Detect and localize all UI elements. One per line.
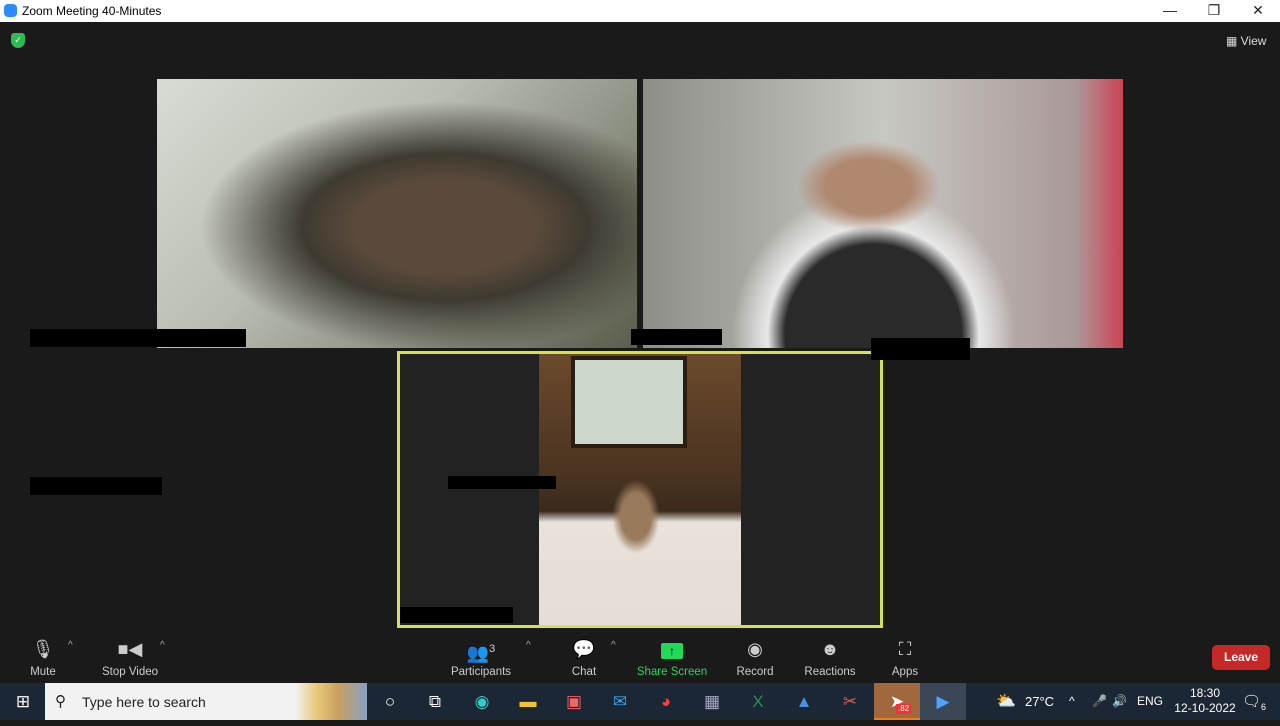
microphone-icon: 🎙: [31, 639, 55, 659]
taskbar-search-box[interactable]: ⚲ Type here to search: [45, 683, 367, 720]
video-tile-active-speaker[interactable]: [397, 351, 883, 628]
microphone-tray-icon[interactable]: 🎤: [1092, 683, 1107, 720]
restore-button[interactable]: ❐: [1192, 0, 1236, 22]
redacted-name-label: [30, 477, 162, 495]
clock[interactable]: 18:30 12-10-2022: [1172, 686, 1238, 716]
search-placeholder: Type here to search: [82, 694, 206, 710]
mail-icon[interactable]: ✉: [597, 683, 643, 720]
search-highlight-image: [295, 683, 367, 720]
zoom-taskbar-icon[interactable]: ▶: [920, 683, 966, 720]
edge-icon[interactable]: ◉: [459, 683, 505, 720]
video-options-caret[interactable]: ^: [160, 640, 165, 651]
cortana-icon[interactable]: ○: [367, 683, 413, 720]
share-screen-button[interactable]: ↑ Share Screen: [636, 638, 708, 678]
calculator-icon[interactable]: ▦: [689, 683, 735, 720]
shield-check-icon[interactable]: ✓: [11, 33, 25, 48]
participants-options-caret[interactable]: ^: [526, 640, 531, 651]
leave-button[interactable]: Leave: [1212, 645, 1270, 670]
redacted-name-label: [30, 329, 246, 347]
weather-icon[interactable]: ⛅: [996, 683, 1016, 720]
smiley-plus-icon: ☻: [820, 639, 840, 659]
meeting-toolbar: 🎙 Mute ^ ■◀ Stop Video ^ 👥3 Participants ^ …: [0, 630, 1280, 683]
chrome-icon[interactable]: ◕: [643, 683, 689, 720]
clock-date: 12-10-2022: [1174, 701, 1236, 715]
video-camera-icon: ■◀: [117, 639, 143, 659]
telegram-icon[interactable]: ➤ .82: [874, 683, 920, 720]
stop-video-button[interactable]: ■◀ Stop Video: [96, 638, 164, 678]
chat-button[interactable]: 💬 Chat: [566, 638, 602, 678]
language-indicator[interactable]: ENG: [1137, 683, 1163, 720]
file-explorer-icon[interactable]: ▬: [505, 683, 551, 720]
telegram-badge: .82: [896, 704, 912, 714]
chat-bubble-icon: 💬: [572, 639, 596, 659]
apps-button[interactable]: ⛶ Apps: [888, 638, 922, 678]
view-button[interactable]: ▦ View: [1226, 34, 1266, 48]
participants-icon: 👥: [466, 643, 490, 663]
video-tile-participant-2[interactable]: [643, 79, 1123, 348]
snipping-tool-icon[interactable]: ✂: [827, 683, 873, 720]
record-button[interactable]: ◉ Record: [734, 638, 776, 678]
close-button[interactable]: ✕: [1236, 0, 1280, 22]
excel-icon[interactable]: X: [735, 683, 781, 720]
video-feed: [539, 354, 741, 625]
grid-icon: ▦: [1226, 34, 1241, 48]
participants-button[interactable]: 👥3 Participants: [448, 638, 514, 678]
wall-poster: [571, 356, 687, 448]
photos-icon[interactable]: ▲: [781, 683, 827, 720]
audio-options-caret[interactable]: ^: [68, 640, 73, 651]
notification-count: 6: [1261, 702, 1267, 712]
store-icon[interactable]: ▣: [551, 683, 597, 720]
redacted-name-label: [400, 607, 513, 623]
zoom-logo-icon: [4, 4, 17, 17]
reactions-button[interactable]: ☻ Reactions: [802, 638, 858, 678]
task-view-icon[interactable]: ⧉: [412, 683, 458, 720]
clock-time: 18:30: [1189, 686, 1221, 700]
apps-icon: ⛶: [898, 639, 912, 659]
mute-button[interactable]: 🎙 Mute: [22, 638, 64, 678]
redacted-name-label: [871, 338, 970, 360]
participants-count: 3: [489, 643, 496, 655]
video-tile-participant-1[interactable]: [157, 79, 637, 348]
minimize-button[interactable]: —: [1148, 0, 1192, 22]
chat-options-caret[interactable]: ^: [611, 640, 616, 651]
search-icon: ⚲: [55, 693, 66, 710]
volume-icon[interactable]: 🔊: [1112, 683, 1127, 720]
share-arrow-icon: ↑: [661, 643, 683, 659]
title-bar: Zoom Meeting 40-Minutes — ❐ ✕: [0, 0, 1280, 22]
windows-start-icon[interactable]: ⊞: [0, 683, 46, 720]
view-label: View: [1240, 34, 1267, 48]
redacted-name-label: [448, 476, 556, 489]
window-title: Zoom Meeting 40-Minutes: [22, 4, 162, 18]
weather-temperature[interactable]: 27°C: [1025, 683, 1054, 720]
redacted-name-label: [631, 329, 722, 345]
record-icon: ◉: [747, 639, 763, 659]
show-hidden-icons-chevron[interactable]: ^: [1069, 683, 1075, 720]
